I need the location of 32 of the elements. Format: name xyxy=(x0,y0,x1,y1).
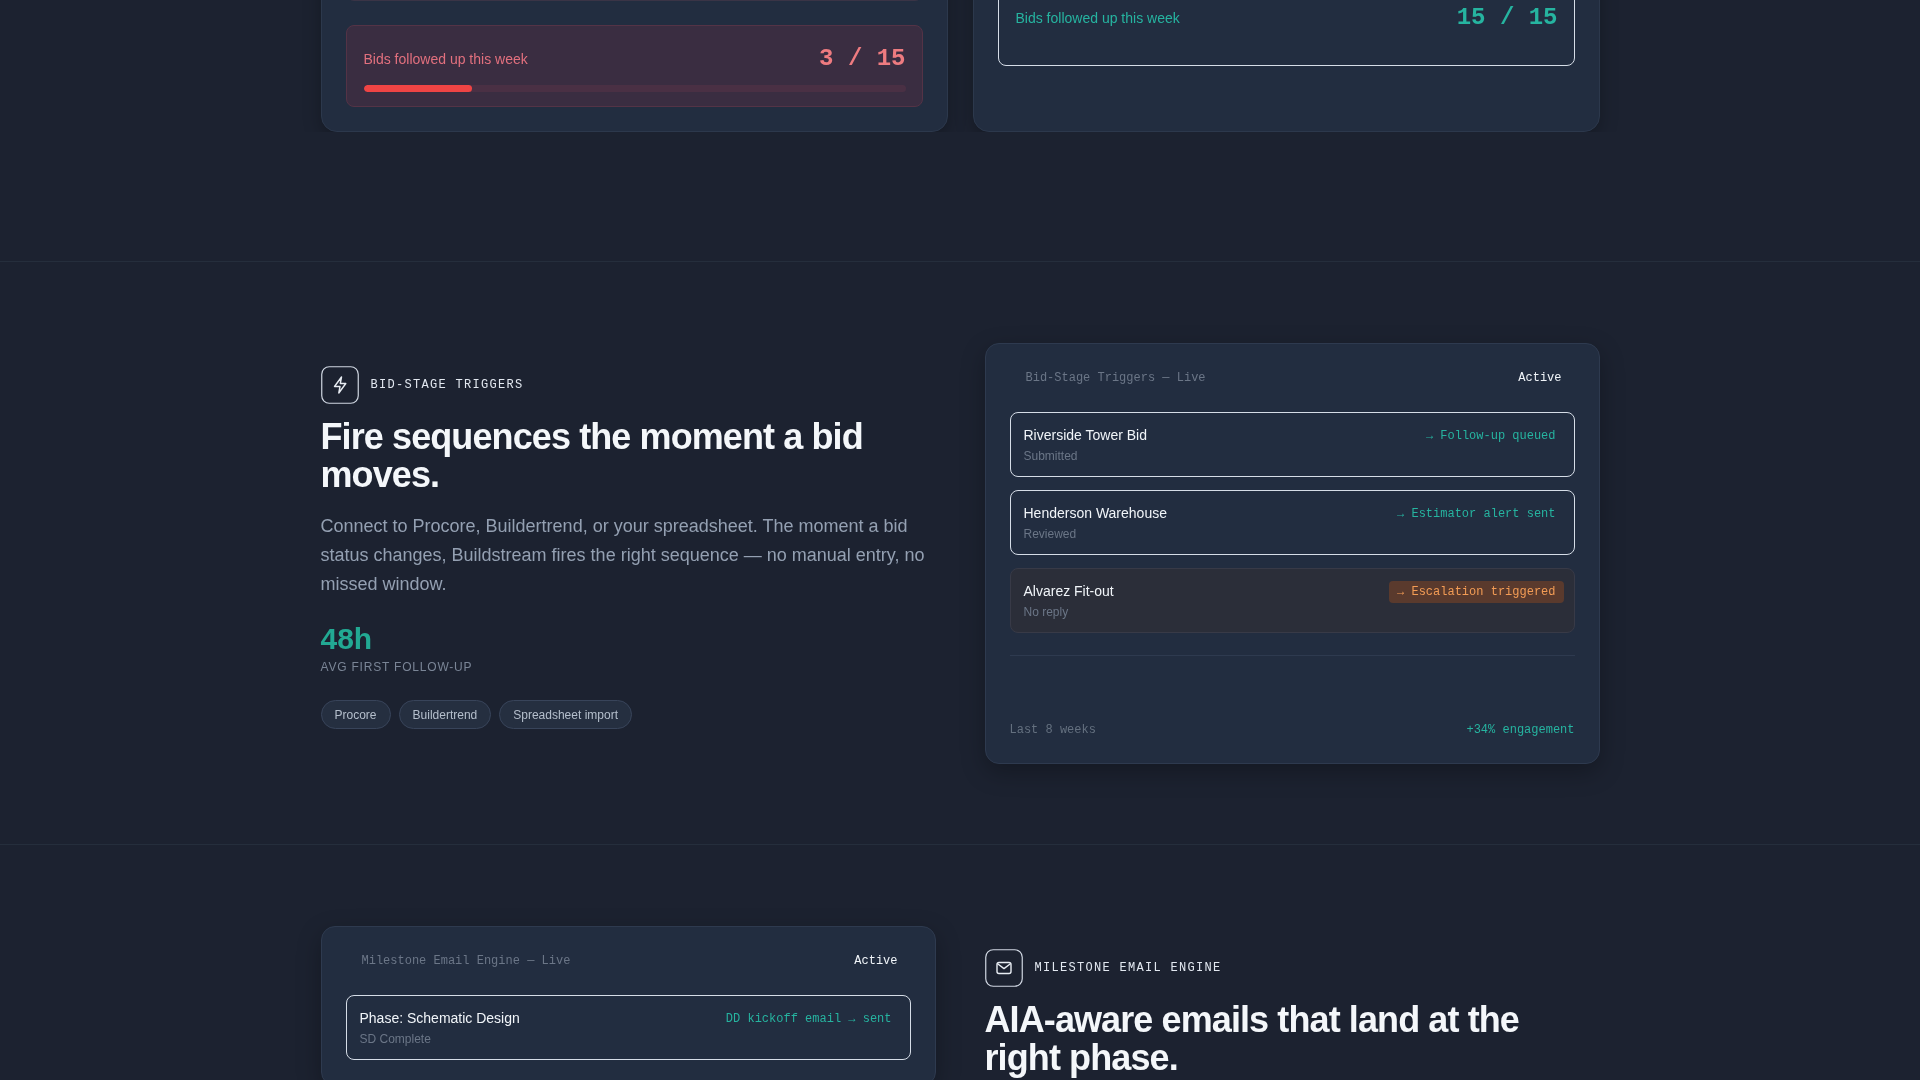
integration-chip: Buildertrend xyxy=(398,700,492,729)
row-title: Riverside Tower Bid xyxy=(1023,426,1147,445)
stat-label: Bids followed up this week xyxy=(363,51,528,67)
integration-chip: Spreadsheet import xyxy=(499,700,632,729)
status-label: Active xyxy=(854,953,898,969)
row-title: Phase: Schematic Design xyxy=(359,1009,520,1028)
stat-value: 3 / 15 xyxy=(819,46,906,72)
stat-value: 15 / 15 xyxy=(1456,5,1558,31)
row-status: No reply xyxy=(1023,604,1070,620)
row-status: Reviewed xyxy=(1023,526,1078,542)
section-heading: AIA-aware emails that land at the right phase. xyxy=(984,1001,1520,1077)
section-eyebrow: BID-STAGE TRIGGERS xyxy=(370,378,524,392)
row-status: SD Complete xyxy=(359,1031,432,1047)
action-tag: → Escalation triggered xyxy=(1389,581,1564,603)
action-tag: → Estimator alert sent xyxy=(1389,503,1564,525)
row-status: Submitted xyxy=(1023,448,1079,464)
metric-label: AVG FIRST FOLLOW-UP xyxy=(320,659,474,675)
section-eyebrow: MILESTONE EMAIL ENGINE xyxy=(1034,961,1222,975)
engagement-change: +34% engagement xyxy=(1466,722,1575,738)
row-title: Henderson Warehouse xyxy=(1023,504,1167,523)
row-title: Alvarez Fit-out xyxy=(1023,582,1114,601)
panel-title: Bid-Stage Triggers — Live xyxy=(1025,370,1206,386)
action-tag: DD kickoff email → sent xyxy=(717,1008,900,1030)
period-label: Last 8 weeks xyxy=(1009,722,1096,738)
action-tag: → Follow-up queued xyxy=(1417,425,1564,447)
metric-value: 48h xyxy=(320,621,374,657)
stat-label: Bids followed up this week xyxy=(1015,10,1180,26)
panel-title: Milestone Email Engine — Live xyxy=(361,953,571,969)
status-label: Active xyxy=(1518,370,1562,386)
section-heading: Fire sequences the moment a bid moves. xyxy=(320,418,864,494)
section-description: Connect to Procore, Buildertrend, or your spreadsheet. The moment a bid status changes, Buildstream fires the right sequence — no manual entry, no missed window. xyxy=(320,515,926,596)
integration-chip: Procore xyxy=(320,700,391,729)
